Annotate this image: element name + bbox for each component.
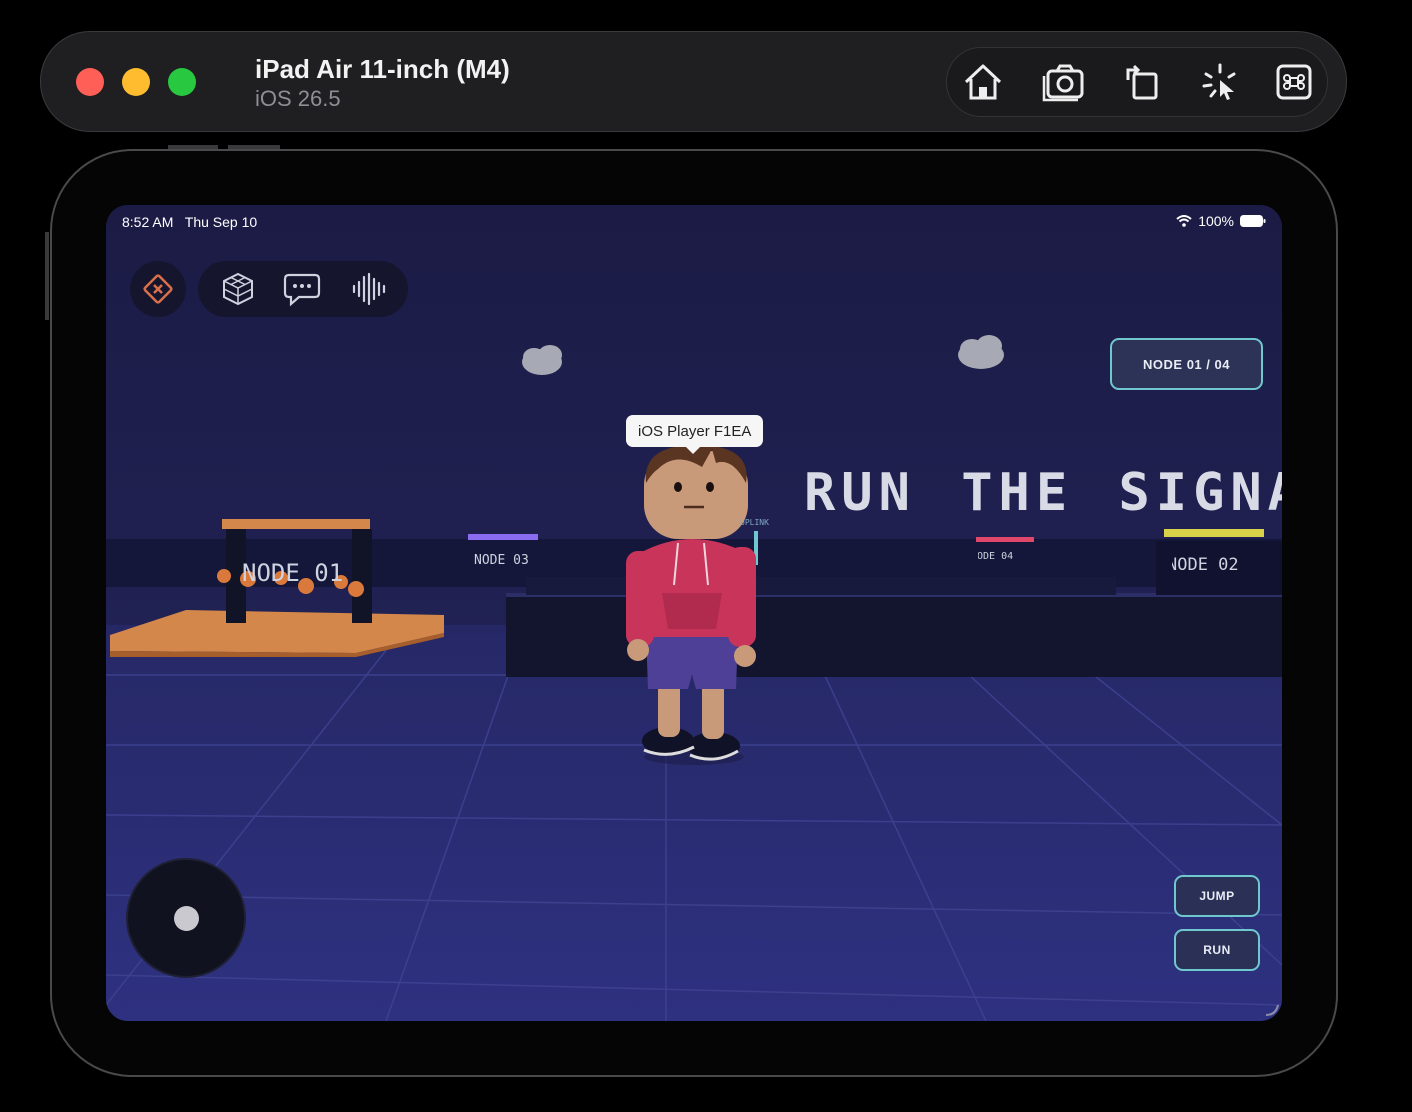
touch-indicator-icon (1202, 63, 1236, 100)
close-window-button[interactable] (76, 68, 104, 96)
volume-button (228, 145, 280, 149)
screenshot-button[interactable] (1042, 60, 1086, 104)
battery-icon (1240, 215, 1266, 227)
run-button[interactable]: RUN (1174, 929, 1260, 971)
side-button (45, 232, 49, 320)
movement-joystick[interactable] (128, 860, 244, 976)
jump-button[interactable]: JUMP (1174, 875, 1260, 917)
os-version: iOS 26.5 (255, 86, 341, 111)
resize-corner-icon (1265, 1004, 1279, 1016)
rotate-button[interactable] (1120, 60, 1164, 104)
battery-percent: 100% (1198, 213, 1234, 229)
top-button (168, 145, 218, 149)
minimize-window-button[interactable] (122, 68, 150, 96)
game-scene (106, 205, 1282, 1021)
node-label-02: NODE 02 (1172, 555, 1239, 575)
screenshot-icon (1042, 64, 1084, 102)
chat-icon (283, 273, 321, 307)
node-label-04-clip: NODE 04 (978, 551, 1032, 562)
voice-icon (352, 272, 386, 306)
run-the-signal-sign: RUN THE SIGNAL (804, 463, 1282, 523)
wifi-icon (1176, 215, 1192, 227)
node-label-04: NODE 04 (978, 551, 1014, 562)
home-button[interactable] (961, 60, 1005, 104)
node-progress-badge: NODE 01 / 04 (1110, 338, 1263, 390)
status-time: 8:52 AM (122, 214, 174, 230)
game-screen[interactable]: 8:52 AM Thu Sep 10 100% NODE 01 / 04 iOS… (106, 205, 1282, 1021)
home-icon (964, 64, 1002, 100)
exit-game-button[interactable] (130, 261, 186, 317)
inventory-button[interactable] (218, 269, 258, 309)
player-name-tag: iOS Player F1EA (626, 415, 764, 454)
device-name: iPad Air 11-inch (M4) (255, 54, 510, 84)
status-date: Thu Sep 10 (184, 214, 258, 230)
zoom-window-button[interactable] (168, 68, 196, 96)
chat-button[interactable] (282, 269, 322, 309)
voice-button[interactable] (348, 269, 388, 309)
node-label-01: NODE 01 (242, 559, 344, 587)
status-indicators: 100% (1176, 213, 1266, 229)
keyboard-shortcut-button[interactable] (1272, 60, 1316, 104)
node-label-02-clip: NODE 02 (1172, 555, 1282, 575)
joystick-knob[interactable] (174, 906, 199, 931)
uplink-label: UPLINK (740, 518, 769, 527)
node-label-03: NODE 03 (474, 553, 529, 568)
rotate-icon (1126, 64, 1158, 100)
status-time-date: 8:52 AM Thu Sep 10 (122, 214, 257, 230)
touch-indicator-button[interactable] (1198, 60, 1242, 104)
close-icon (143, 274, 173, 304)
keyboard-shortcut-icon (1276, 64, 1312, 100)
cube-icon (223, 272, 253, 306)
